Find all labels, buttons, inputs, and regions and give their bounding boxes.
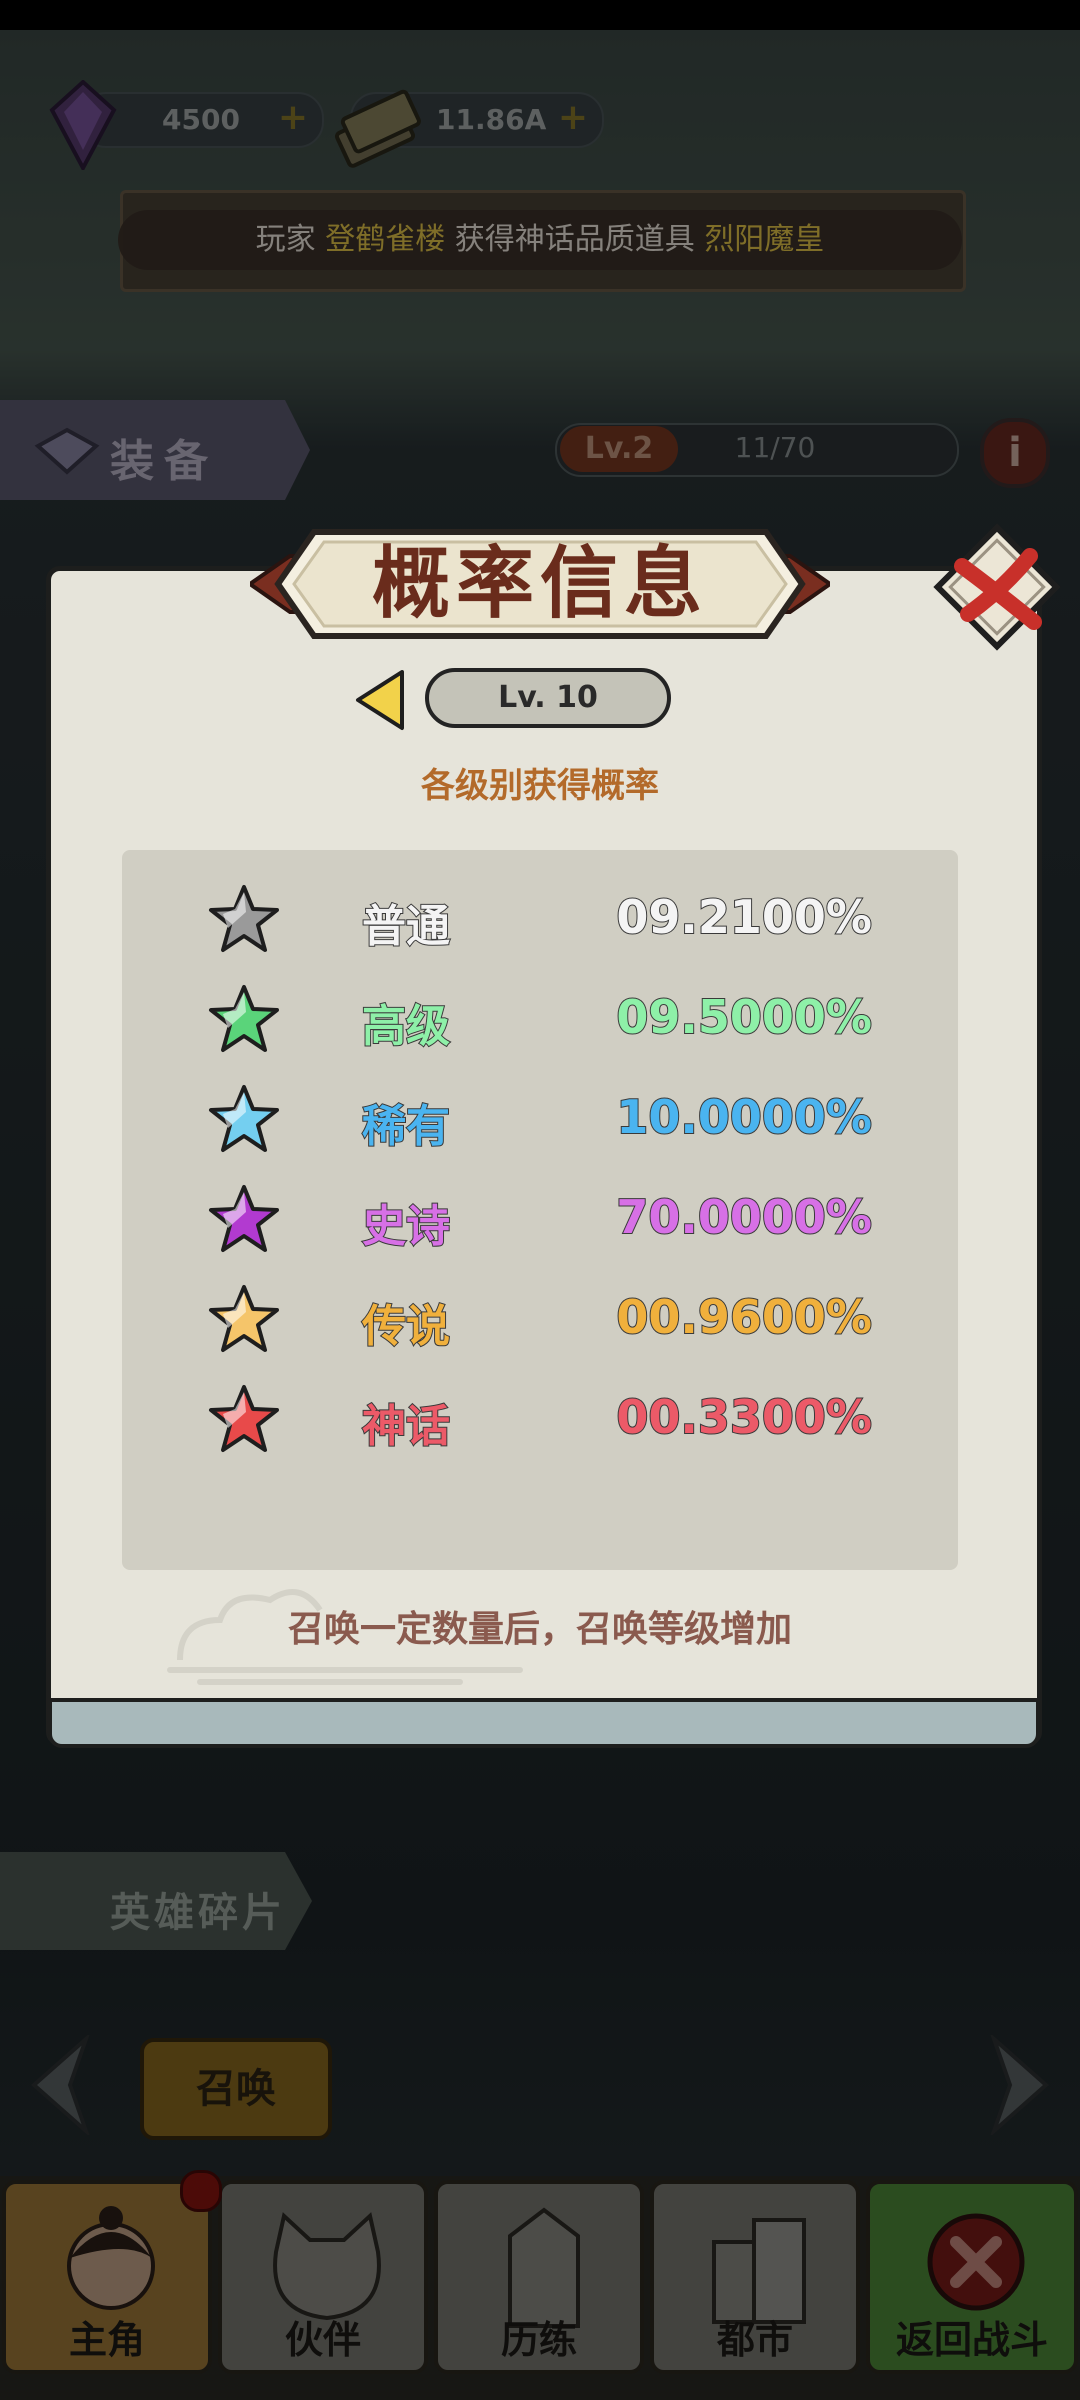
dialog-footer-strip xyxy=(48,1698,1040,1748)
summon-level-display: Lv. 10 xyxy=(425,668,671,728)
rarity-rate: 00.3300% xyxy=(615,1389,873,1445)
rarity-rate: 70.0000% xyxy=(615,1189,873,1245)
rarity-name: 神话 xyxy=(361,1400,451,1453)
rarity-rate: 09.2100% xyxy=(615,889,873,945)
rarity-star-icon xyxy=(209,1185,279,1252)
rarity-name: 传说 xyxy=(361,1300,451,1353)
rarity-star-icon xyxy=(209,885,279,952)
rate-row: 史诗 70.0000% xyxy=(122,1172,958,1272)
close-icon[interactable] xyxy=(922,512,1072,662)
rate-row: 普通 09.2100% xyxy=(122,872,958,972)
rate-row: 传说 00.9600% xyxy=(122,1272,958,1372)
status-bar xyxy=(0,0,1080,30)
rarity-rate: 00.9600% xyxy=(615,1289,873,1345)
rate-row: 高级 09.5000% xyxy=(122,972,958,1072)
rarity-rate: 09.5000% xyxy=(615,989,873,1045)
rarity-name: 普通 xyxy=(361,900,451,953)
rarity-star-icon xyxy=(209,985,279,1052)
rarity-star-icon xyxy=(209,1385,279,1452)
rarity-name: 史诗 xyxy=(361,1200,451,1253)
rarity-name: 高级 xyxy=(361,1000,451,1053)
rate-row: 神话 00.3300% xyxy=(122,1372,958,1472)
dialog-subtitle: 各级别获得概率 xyxy=(421,766,659,806)
rarity-star-icon xyxy=(209,1285,279,1352)
dialog-title: 概率信息 xyxy=(371,539,708,629)
rarity-star-icon xyxy=(209,1085,279,1152)
rarity-rate: 10.0000% xyxy=(615,1089,873,1145)
dialog-footnote: 召唤一定数量后，召唤等级增加 xyxy=(287,1609,792,1650)
rate-row: 稀有 10.0000% xyxy=(122,1072,958,1172)
rarity-name: 稀有 xyxy=(361,1100,451,1153)
previous-level-arrow-icon[interactable] xyxy=(352,668,408,732)
